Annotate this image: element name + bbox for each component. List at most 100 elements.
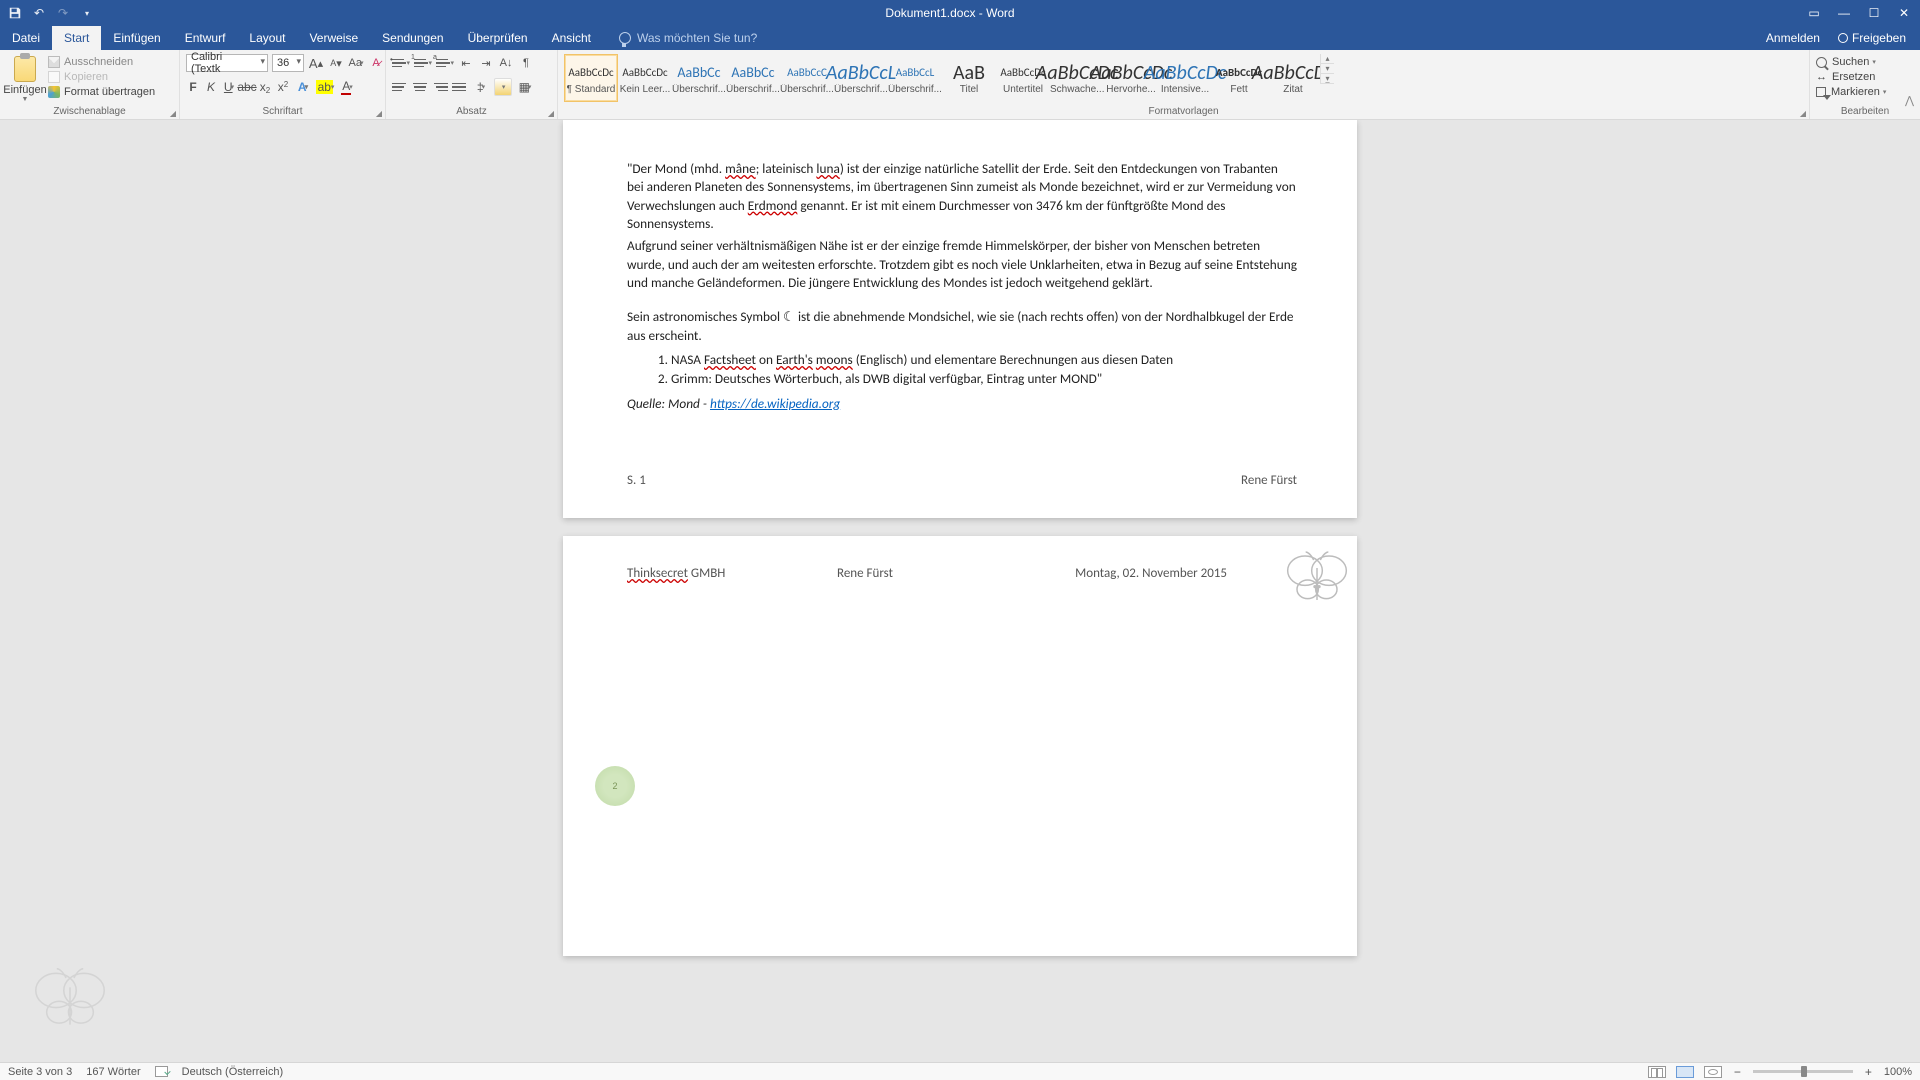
find-button[interactable]: Suchen ▾ bbox=[1816, 56, 1886, 68]
ordered-list[interactable]: NASA Factsheet on Earth's moons (Englisc… bbox=[671, 351, 1297, 389]
zoom-in-button[interactable]: + bbox=[1863, 1065, 1874, 1079]
clear-formatting-button[interactable]: A̷ bbox=[368, 54, 384, 72]
sign-in-link[interactable]: Anmelden bbox=[1766, 31, 1820, 45]
minimize-icon[interactable]: — bbox=[1838, 6, 1850, 20]
underline-button[interactable]: U▾ bbox=[222, 78, 236, 96]
strikethrough-button[interactable]: abc bbox=[240, 78, 254, 96]
shrink-font-button[interactable]: A▾ bbox=[328, 54, 344, 72]
expand-gallery-icon[interactable]: ▾̲ bbox=[1321, 74, 1334, 84]
style-item[interactable]: AaBbCcLÜberschrif... bbox=[834, 54, 888, 102]
format-painter-button[interactable]: Format übertragen bbox=[48, 86, 155, 98]
status-page[interactable]: Seite 3 von 3 bbox=[8, 1066, 72, 1078]
justify-button[interactable] bbox=[452, 78, 468, 96]
superscript-button[interactable]: x2 bbox=[276, 78, 290, 96]
font-dialog-launcher-icon[interactable]: ◢ bbox=[376, 109, 382, 118]
close-icon[interactable]: ✕ bbox=[1898, 6, 1910, 20]
style-item[interactable]: AaBbCcDcKein Leer... bbox=[618, 54, 672, 102]
list-item[interactable]: NASA Factsheet on Earth's moons (Englisc… bbox=[671, 351, 1297, 369]
font-color-button[interactable]: A▾ bbox=[338, 78, 356, 96]
paragraph-dialog-launcher-icon[interactable]: ◢ bbox=[548, 109, 554, 118]
scroll-up-icon[interactable]: ▴ bbox=[1321, 54, 1334, 64]
web-layout-button[interactable] bbox=[1704, 1066, 1722, 1078]
group-styles: AaBbCcDc¶ StandardAaBbCcDcKein Leer...Aa… bbox=[558, 50, 1810, 119]
paragraph-source[interactable]: Quelle: Mond - https://de.wikipedia.org bbox=[627, 395, 1297, 413]
cut-button[interactable]: Ausschneiden bbox=[48, 56, 155, 68]
tell-me-placeholder: Was möchten Sie tun? bbox=[637, 31, 757, 45]
multilevel-button[interactable]: ▾ bbox=[436, 54, 454, 72]
borders-button[interactable]: ▦▾ bbox=[516, 78, 534, 96]
style-item[interactable]: AaBbCcDcZitat bbox=[1266, 54, 1320, 102]
tell-me-search[interactable]: Was möchten Sie tun? bbox=[619, 31, 757, 50]
increase-indent-button[interactable]: ⇥ bbox=[478, 54, 494, 72]
styles-dialog-launcher-icon[interactable]: ◢ bbox=[1800, 109, 1806, 118]
header-logo-icon bbox=[1283, 548, 1351, 608]
save-icon[interactable] bbox=[8, 6, 22, 20]
italic-button[interactable]: K bbox=[204, 78, 218, 96]
tab-review[interactable]: Überprüfen bbox=[456, 26, 540, 50]
show-marks-button[interactable]: ¶ bbox=[518, 54, 534, 72]
zoom-level[interactable]: 100% bbox=[1884, 1066, 1912, 1078]
font-size-combo[interactable]: 36 bbox=[272, 54, 304, 72]
style-item[interactable]: AaBbCcÜberschrif... bbox=[726, 54, 780, 102]
text-effects-button[interactable]: A▾ bbox=[294, 78, 312, 96]
document-area[interactable]: "Der Mond (mhd. mâne; lateinisch luna) i… bbox=[0, 120, 1920, 1062]
subscript-button[interactable]: x2 bbox=[258, 78, 272, 96]
clipboard-dialog-launcher-icon[interactable]: ◢ bbox=[170, 109, 176, 118]
list-item[interactable]: Grimm: Deutsches Wörterbuch, als DWB dig… bbox=[671, 370, 1297, 388]
tab-mailings[interactable]: Sendungen bbox=[370, 26, 455, 50]
font-name-combo[interactable]: Calibri (Textk bbox=[186, 54, 268, 72]
align-left-button[interactable] bbox=[392, 78, 408, 96]
bold-button[interactable]: F bbox=[186, 78, 200, 96]
highlight-button[interactable]: ab▾ bbox=[316, 78, 334, 96]
paragraph[interactable]: Sein astronomisches Symbol ☾ ist die abn… bbox=[627, 308, 1297, 345]
line-spacing-button[interactable]: ‡▾ bbox=[472, 78, 490, 96]
sort-button[interactable]: A↓ bbox=[498, 54, 514, 72]
bullets-button[interactable]: ▾ bbox=[392, 54, 410, 72]
style-item[interactable]: AaBbCcDcIntensive... bbox=[1158, 54, 1212, 102]
tab-file[interactable]: Datei bbox=[0, 26, 52, 50]
select-button[interactable]: Markieren ▾ bbox=[1816, 86, 1886, 98]
scroll-down-icon[interactable]: ▾ bbox=[1321, 64, 1334, 74]
status-word-count[interactable]: 167 Wörter bbox=[86, 1066, 140, 1078]
tab-design[interactable]: Entwurf bbox=[173, 26, 238, 50]
align-right-button[interactable] bbox=[432, 78, 448, 96]
copy-button[interactable]: Kopieren bbox=[48, 71, 155, 83]
tab-view[interactable]: Ansicht bbox=[540, 26, 603, 50]
styles-gallery-more[interactable]: ▴▾▾̲ bbox=[1320, 54, 1334, 84]
align-center-button[interactable] bbox=[412, 78, 428, 96]
status-language[interactable]: Deutsch (Österreich) bbox=[182, 1066, 283, 1078]
replace-button[interactable]: ↔Ersetzen bbox=[1816, 71, 1886, 83]
ribbon-display-icon[interactable]: ▭ bbox=[1808, 6, 1820, 20]
print-layout-button[interactable] bbox=[1676, 1066, 1694, 1078]
paste-button[interactable]: Einfügen ▼ bbox=[6, 54, 44, 103]
proofing-icon[interactable] bbox=[155, 1066, 168, 1077]
zoom-out-button[interactable]: − bbox=[1732, 1065, 1743, 1079]
tab-insert[interactable]: Einfügen bbox=[101, 26, 172, 50]
style-item[interactable]: AaBbCcDc¶ Standard bbox=[564, 54, 618, 102]
paragraph[interactable]: Aufgrund seiner verhältnismäßigen Nähe i… bbox=[627, 237, 1297, 292]
numbering-button[interactable]: ▾ bbox=[414, 54, 432, 72]
window-title: Dokument1.docx - Word bbox=[102, 6, 1798, 20]
qat-customize-icon[interactable]: ▾ bbox=[80, 6, 94, 20]
style-item[interactable]: AaBbCcLÜberschrif... bbox=[888, 54, 942, 102]
hyperlink[interactable]: https://de.wikipedia.org bbox=[710, 395, 840, 412]
decrease-indent-button[interactable]: ⇤ bbox=[458, 54, 474, 72]
grow-font-button[interactable]: A▴ bbox=[308, 54, 324, 72]
tab-references[interactable]: Verweise bbox=[297, 26, 370, 50]
document-body[interactable]: "Der Mond (mhd. mâne; lateinisch luna) i… bbox=[627, 160, 1297, 413]
paragraph[interactable]: "Der Mond (mhd. mâne; lateinisch luna) i… bbox=[627, 160, 1297, 233]
style-item[interactable]: AaBbCcÜberschrif... bbox=[672, 54, 726, 102]
maximize-icon[interactable]: ☐ bbox=[1868, 6, 1880, 20]
tab-home[interactable]: Start bbox=[52, 26, 101, 50]
change-case-button[interactable]: Aa▾ bbox=[348, 54, 364, 72]
collapse-ribbon-icon[interactable]: ⋀ bbox=[1905, 94, 1914, 107]
style-item[interactable]: AaBTitel bbox=[942, 54, 996, 102]
styles-gallery[interactable]: AaBbCcDc¶ StandardAaBbCcDcKein Leer...Aa… bbox=[564, 54, 1320, 102]
share-button[interactable]: Freigeben bbox=[1838, 31, 1906, 45]
redo-icon[interactable]: ↷ bbox=[56, 6, 70, 20]
shading-button[interactable]: ▾ bbox=[494, 78, 512, 96]
zoom-slider[interactable] bbox=[1753, 1070, 1853, 1073]
undo-icon[interactable]: ↶ bbox=[32, 6, 46, 20]
read-mode-button[interactable] bbox=[1648, 1066, 1666, 1078]
tab-layout[interactable]: Layout bbox=[237, 26, 297, 50]
